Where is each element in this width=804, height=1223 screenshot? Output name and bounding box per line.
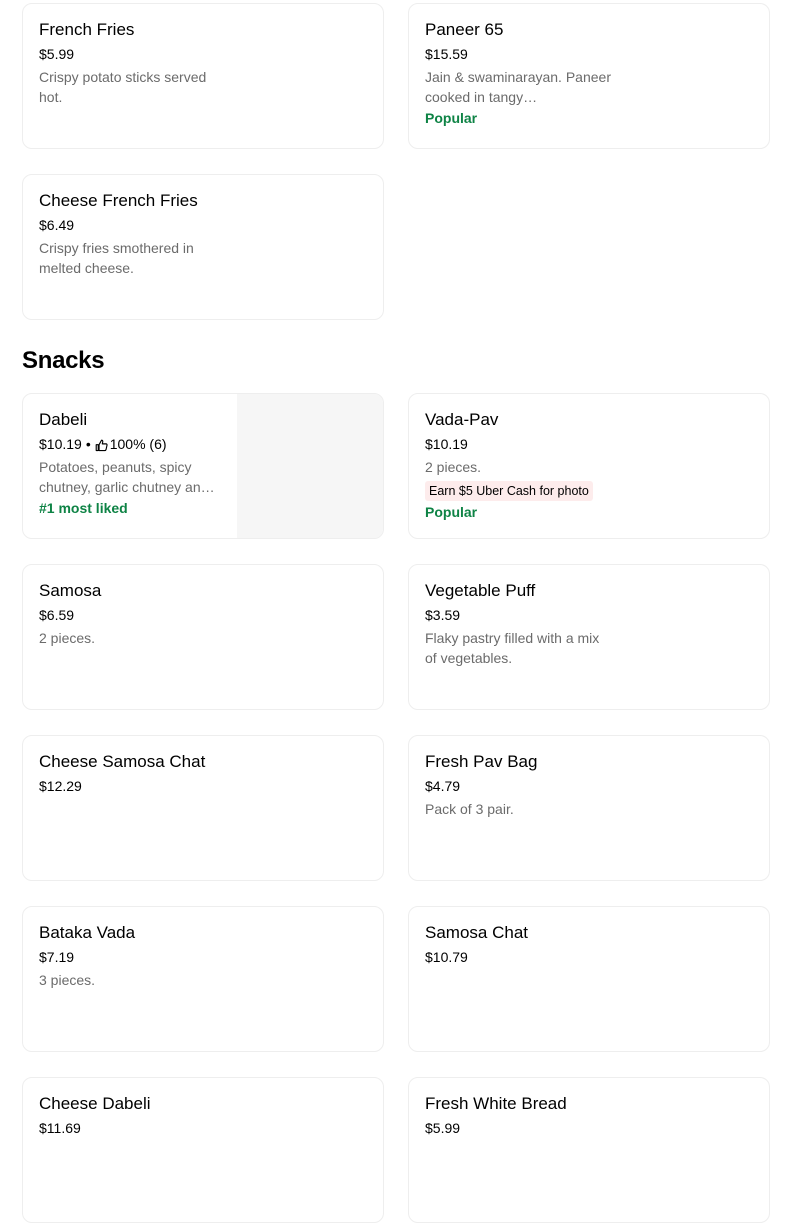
item-name: Vada-Pav — [425, 410, 499, 429]
item-price: $5.99 — [39, 46, 75, 62]
item-price: $4.79 — [425, 778, 461, 794]
menu-item-card[interactable]: Cheese Dabeli $11.69 — [22, 1077, 384, 1223]
item-price: $12.29 — [39, 778, 82, 794]
item-price: $6.49 — [39, 217, 75, 233]
item-description: Flaky pastry filled with a mix of vegeta… — [425, 630, 600, 666]
item-name: Bataka Vada — [39, 923, 136, 942]
item-price: $15.59 — [425, 46, 468, 62]
item-description: Potatoes, peanuts, spicy chutney, garlic… — [39, 459, 215, 495]
menu-item-card[interactable]: Bataka Vada $7.19 3 pieces. — [22, 906, 384, 1052]
menu-item-card[interactable]: Cheese Samosa Chat $12.29 — [22, 735, 384, 881]
item-description: 2 pieces. — [425, 459, 482, 475]
item-price: $7.19 — [39, 949, 75, 965]
item-rating: 100% (6) — [109, 436, 167, 452]
menu-item-card[interactable]: Paneer 65 $15.59 Jain & swaminarayan. Pa… — [408, 3, 770, 149]
item-name: Fresh Pav Bag — [425, 752, 538, 771]
menu-item-card[interactable]: Vegetable Puff $3.59 Flaky pastry filled… — [408, 564, 770, 710]
item-price: $10.79 — [425, 949, 468, 965]
popular-badge: Popular — [425, 110, 478, 126]
item-name: Paneer 65 — [425, 20, 504, 39]
item-price: $5.99 — [425, 1120, 461, 1136]
separator-dot: • — [85, 436, 91, 452]
section-title-snacks: Snacks — [22, 347, 105, 374]
item-name: Samosa — [39, 581, 102, 600]
item-description: 2 pieces. — [39, 630, 96, 646]
menu-item-card[interactable]: Vada-Pav $10.19 2 pieces. Earn $5 Uber C… — [408, 393, 770, 539]
thumbs-up-icon — [95, 438, 108, 451]
item-image — [237, 394, 383, 538]
item-name: Cheese Samosa Chat — [39, 752, 206, 771]
item-price: $6.59 — [39, 607, 75, 623]
item-price: $3.59 — [425, 607, 461, 623]
menu-item-card[interactable]: Samosa $6.59 2 pieces. — [22, 564, 384, 710]
item-name: Cheese French Fries — [39, 191, 198, 210]
item-name: French Fries — [39, 20, 135, 39]
most-liked-badge: #1 most liked — [39, 500, 128, 516]
item-description: 3 pieces. — [39, 972, 96, 988]
item-description: Jain & swaminarayan. Paneer cooked in ta… — [425, 69, 611, 105]
popular-badge: Popular — [425, 504, 478, 520]
item-name: Cheese Dabeli — [39, 1094, 151, 1113]
item-name: Fresh White Bread — [425, 1094, 567, 1113]
item-name: Vegetable Puff — [425, 581, 536, 600]
uber-cash-promo-badge: Earn $5 Uber Cash for photo — [425, 481, 593, 501]
item-price: $10.19 — [425, 436, 468, 452]
item-description: Crispy potato sticks served hot. — [39, 69, 207, 105]
item-name: Dabeli — [39, 410, 88, 429]
menu-item-card[interactable]: Fresh White Bread $5.99 — [408, 1077, 770, 1223]
menu-item-card[interactable]: French Fries $5.99 Crispy potato sticks … — [22, 3, 384, 149]
item-name: Samosa Chat — [425, 923, 528, 942]
menu-item-card[interactable]: Samosa Chat $10.79 — [408, 906, 770, 1052]
menu-item-card[interactable]: Dabeli $10.19 • 100% (6) Potatoes, peanu… — [22, 393, 384, 539]
menu-item-card[interactable]: Fresh Pav Bag $4.79 Pack of 3 pair. — [408, 735, 770, 881]
item-description: Crispy fries smothered in melted cheese. — [39, 240, 194, 276]
item-price: $11.69 — [39, 1120, 81, 1136]
item-description: Pack of 3 pair. — [425, 801, 514, 817]
menu-item-card[interactable]: Cheese French Fries $6.49 Crispy fries s… — [22, 174, 384, 320]
item-price: $10.19 — [39, 436, 82, 452]
